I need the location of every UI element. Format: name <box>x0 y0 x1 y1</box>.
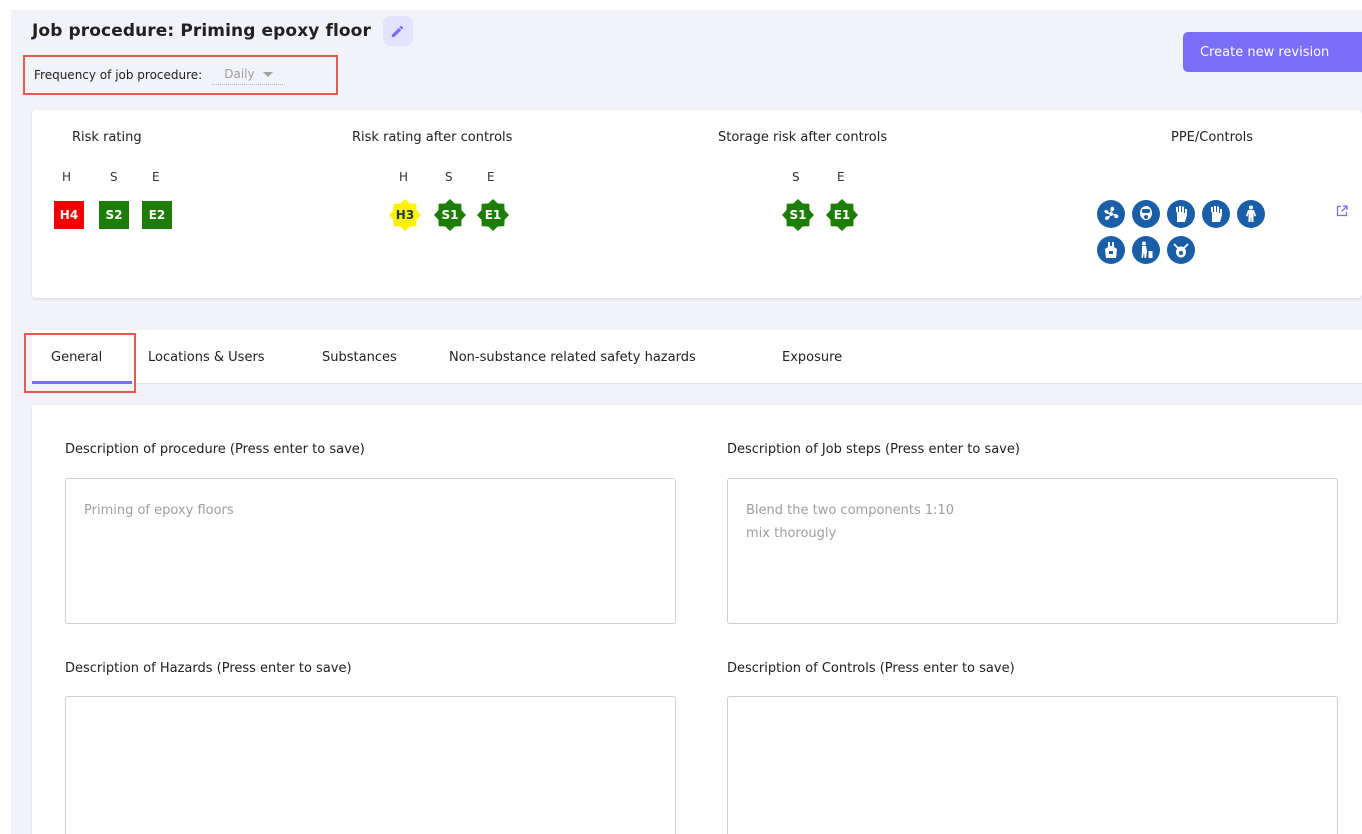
full-face-respirator-icon[interactable] <box>1132 200 1160 228</box>
frequency-label: Frequency of job procedure: <box>34 68 203 82</box>
tab-exposure[interactable]: Exposure <box>782 330 842 384</box>
controls-label: Description of Controls (Press enter to … <box>727 661 1015 676</box>
page-title: Job procedure: Priming epoxy floor <box>32 21 371 41</box>
protective-gloves-icon[interactable] <box>1167 200 1195 228</box>
storage-risk-heading: Storage risk after controls <box>718 130 888 145</box>
create-new-revision-button[interactable]: Create new revision <box>1183 32 1362 72</box>
caret-down-icon <box>262 71 273 77</box>
procedure-label: Description of procedure (Press enter to… <box>65 442 365 457</box>
after-letter-h: H <box>399 170 409 184</box>
frequency-dropdown[interactable]: Daily <box>212 65 285 85</box>
after-badge-h: H3 <box>388 198 422 232</box>
risk-letter-h: H <box>62 170 72 184</box>
tab-locations-users[interactable]: Locations & Users <box>148 330 265 384</box>
job-steps-label: Description of Job steps (Press enter to… <box>727 442 1020 457</box>
tab-non-substance-hazards[interactable]: Non-substance related safety hazards <box>449 330 696 384</box>
edit-title-button[interactable] <box>382 16 413 46</box>
tab-bar: General Locations & Users Substances Non… <box>32 330 1362 384</box>
after-letter-s: S <box>445 170 453 184</box>
tab-substances[interactable]: Substances <box>322 330 397 384</box>
risk-letter-s: S <box>110 170 118 184</box>
job-steps-description-input[interactable]: Blend the two components 1:10 mix thorou… <box>727 478 1338 624</box>
apron-icon[interactable] <box>1097 236 1125 264</box>
risk-rating-heading: Risk rating <box>72 130 142 145</box>
respirator-mask-icon[interactable] <box>1167 236 1195 264</box>
controls-description-input[interactable] <box>727 696 1338 834</box>
frequency-selector: Frequency of job procedure: Daily <box>23 55 338 95</box>
risk-badge-s: S2 <box>99 201 129 229</box>
protective-suit-icon[interactable] <box>1237 200 1265 228</box>
storage-letter-e: E <box>837 170 845 184</box>
risk-letter-e: E <box>152 170 160 184</box>
risk-badge-h: H4 <box>54 201 84 229</box>
top-strip <box>0 0 1362 10</box>
risk-badge-e: E2 <box>142 201 172 229</box>
left-strip <box>0 0 11 834</box>
storage-badge-e: E1 <box>825 198 859 232</box>
procedure-description-input[interactable]: Priming of epoxy floors <box>65 478 676 624</box>
after-controls-heading: Risk rating after controls <box>352 130 513 145</box>
after-badge-e: E1 <box>476 198 510 232</box>
ventilation-fan-icon[interactable] <box>1097 200 1125 228</box>
protective-gloves-icon[interactable] <box>1202 200 1230 228</box>
ppe-controls-heading: PPE/Controls <box>1171 130 1254 145</box>
tab-highlight-box <box>24 333 136 393</box>
after-badge-s: S1 <box>433 198 467 232</box>
hazards-label: Description of Hazards (Press enter to s… <box>65 661 352 676</box>
frequency-value: Daily <box>224 67 255 81</box>
pencil-icon <box>392 25 404 37</box>
after-letter-e: E <box>487 170 495 184</box>
storage-letter-s: S <box>792 170 800 184</box>
disposal-icon[interactable] <box>1132 236 1160 264</box>
hazards-description-input[interactable] <box>65 696 676 834</box>
header: Job procedure: Priming epoxy floor <box>32 16 413 46</box>
open-external-icon[interactable] <box>1336 202 1348 221</box>
storage-badge-s: S1 <box>781 198 815 232</box>
general-form: Description of procedure (Press enter to… <box>32 405 1362 834</box>
risk-summary-card: Risk rating H S E H4 S2 E2 Risk rating a… <box>32 110 1362 298</box>
